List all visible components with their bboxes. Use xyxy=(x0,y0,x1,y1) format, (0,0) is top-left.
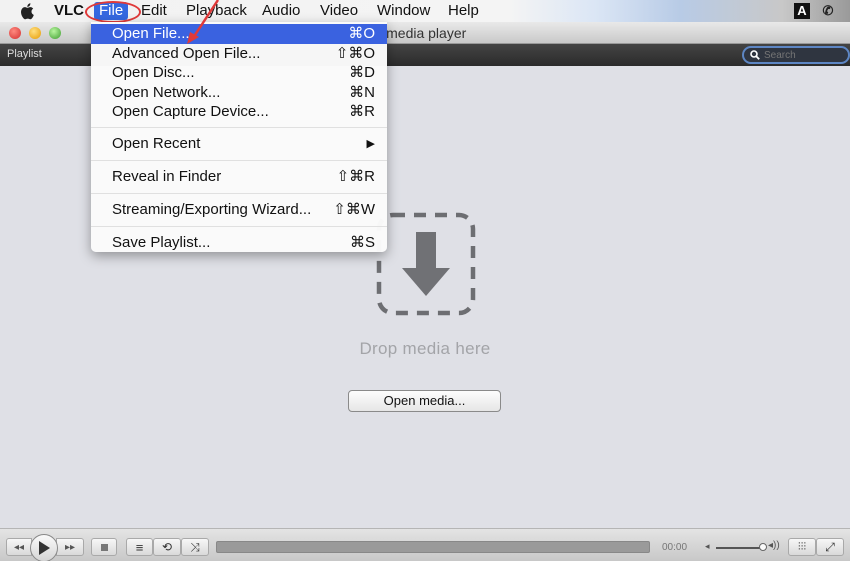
repeat-button[interactable]: ⟲ xyxy=(153,538,181,556)
playlist-label[interactable]: Playlist xyxy=(7,48,42,60)
adobe-icon[interactable]: A xyxy=(794,3,810,19)
stop-button[interactable] xyxy=(91,538,117,556)
menu-window[interactable]: Window xyxy=(377,2,430,20)
repeat-icon: ⟲ xyxy=(161,540,173,554)
phone-icon[interactable]: ✆ xyxy=(820,3,836,19)
equalizer-button[interactable]: ⫶⫶⫶ xyxy=(788,538,816,556)
menu-item-open-capture-device[interactable]: Open Capture Device... ⌘R xyxy=(91,102,387,122)
close-button[interactable] xyxy=(9,27,21,39)
next-button[interactable]: ▸▸ xyxy=(56,538,84,556)
shuffle-button[interactable]: ⤨ xyxy=(181,538,209,556)
menu-item-open-file[interactable]: Open File... ⌘O xyxy=(91,24,387,44)
play-button[interactable] xyxy=(30,534,58,561)
control-bar: ◂◂ ▸▸ ≡ ⟲ ⤨ 00:00 ◂ ◂)) ⫶⫶⫶ ⤢ xyxy=(0,528,850,561)
volume-slider-knob[interactable] xyxy=(759,543,767,551)
seek-bar[interactable] xyxy=(216,541,650,553)
menu-item-reveal-in-finder[interactable]: Reveal in Finder ⇧⌘R xyxy=(91,166,387,188)
open-media-button[interactable]: Open media... xyxy=(348,390,501,412)
menu-item-shortcut: ⇧⌘W xyxy=(333,200,375,218)
equalizer-icon: ⫶⫶⫶ xyxy=(797,540,807,553)
shuffle-icon: ⤨ xyxy=(190,539,200,554)
menu-item-label: Save Playlist... xyxy=(112,233,211,251)
search-field[interactable] xyxy=(742,46,850,64)
stop-icon xyxy=(100,543,108,551)
previous-button[interactable]: ◂◂ xyxy=(6,538,32,556)
time-display: 00:00 xyxy=(662,542,688,553)
menu-audio[interactable]: Audio xyxy=(262,2,300,20)
fullscreen-button[interactable]: ⤢ xyxy=(816,538,844,556)
volume-low-icon: ◂ xyxy=(705,541,710,551)
menu-item-open-disc[interactable]: Open Disc... ⌘D xyxy=(91,63,387,83)
menu-item-shortcut: ⇧⌘R xyxy=(336,167,375,185)
menu-item-label: Reveal in Finder xyxy=(112,167,222,185)
menu-item-shortcut: ⌘S xyxy=(349,233,375,251)
menu-item-shortcut: ⌘N xyxy=(349,83,375,101)
drop-media-label: Drop media here xyxy=(359,339,491,358)
volume-slider[interactable] xyxy=(716,547,764,549)
search-input[interactable] xyxy=(764,49,844,61)
menu-separator xyxy=(91,126,387,128)
play-icon xyxy=(39,541,50,555)
volume-high-icon: ◂)) xyxy=(768,540,780,551)
menu-item-label: Streaming/Exporting Wizard... xyxy=(112,200,312,218)
fullscreen-icon: ⤢ xyxy=(825,539,835,554)
menu-item-save-playlist[interactable]: Save Playlist... ⌘S xyxy=(91,232,387,254)
download-arrow-icon xyxy=(402,232,450,296)
menu-help[interactable]: Help xyxy=(448,2,479,20)
fast-forward-icon: ▸▸ xyxy=(64,541,76,553)
menu-app-vlc[interactable]: VLC xyxy=(54,2,84,20)
list-icon: ≡ xyxy=(135,539,144,555)
search-icon xyxy=(750,50,760,60)
menu-item-streaming-wizard[interactable]: Streaming/Exporting Wizard... ⇧⌘W xyxy=(91,199,387,221)
rewind-icon: ◂◂ xyxy=(13,541,25,553)
menu-item-label: Open Disc... xyxy=(112,64,195,81)
menu-item-open-network[interactable]: Open Network... ⌘N xyxy=(91,83,387,103)
menu-item-label: Open Recent xyxy=(112,134,201,152)
minimize-button[interactable] xyxy=(29,27,41,39)
menu-separator xyxy=(91,159,387,161)
menu-separator xyxy=(91,192,387,194)
menu-item-open-recent[interactable]: Open Recent ▶ xyxy=(91,133,387,155)
menu-item-label: Open File... xyxy=(112,25,190,42)
menu-item-shortcut: ⇧⌘O xyxy=(335,44,375,62)
menu-item-label: Advanced Open File... xyxy=(112,44,261,62)
zoom-button[interactable] xyxy=(49,27,61,39)
annotation-circle xyxy=(85,1,141,23)
menu-item-label: Open Network... xyxy=(112,83,221,101)
menu-item-advanced-open-file[interactable]: Advanced Open File... ⇧⌘O xyxy=(91,44,387,64)
drop-target-icon xyxy=(376,212,476,316)
menu-item-label: Open Capture Device... xyxy=(112,103,269,120)
menu-video[interactable]: Video xyxy=(320,2,358,20)
menu-item-shortcut: ⌘R xyxy=(349,103,375,120)
menu-playback[interactable]: Playback xyxy=(186,2,247,20)
menu-separator xyxy=(91,225,387,227)
playlist-toggle-button[interactable]: ≡ xyxy=(126,538,153,556)
submenu-arrow-icon: ▶ xyxy=(366,137,375,150)
menu-item-shortcut: ⌘O xyxy=(348,25,375,42)
screen: VLC File Edit Playback Audio Video Windo… xyxy=(0,0,850,561)
menu-edit[interactable]: Edit xyxy=(141,2,167,20)
menu-item-shortcut: ⌘D xyxy=(349,64,375,81)
apple-icon[interactable] xyxy=(20,2,36,20)
file-menu-dropdown: Open File... ⌘O Advanced Open File... ⇧⌘… xyxy=(91,22,387,252)
